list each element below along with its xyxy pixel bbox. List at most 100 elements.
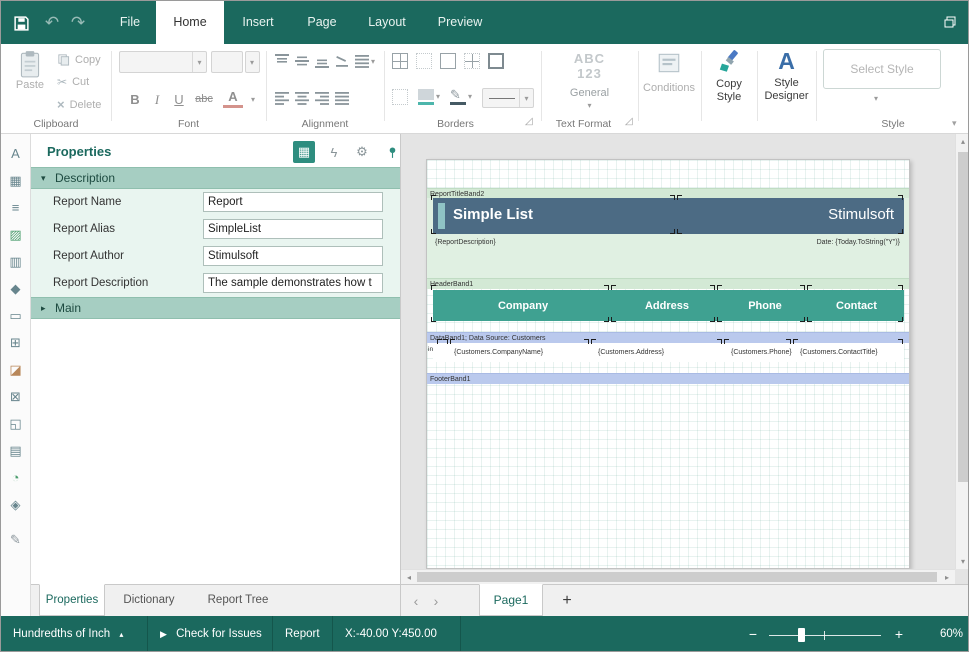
component-chart-icon[interactable]: ◪ [1, 358, 30, 382]
zoom-in-button[interactable]: + [889, 616, 909, 652]
scroll-right-icon[interactable]: ▸ [941, 573, 953, 582]
paste-button[interactable]: Paste [7, 49, 53, 92]
border-inside-button[interactable] [464, 53, 480, 69]
selection-handle[interactable] [431, 285, 436, 290]
font-name-select[interactable]: ▾ [119, 51, 207, 73]
selection-handle[interactable] [807, 285, 812, 290]
collapse-ribbon-button[interactable]: ▾ [952, 118, 957, 129]
line-style-select[interactable]: ▾ [482, 88, 534, 108]
tab-report-tree[interactable]: Report Tree [193, 585, 283, 617]
line-color-arrow[interactable]: ▾ [468, 92, 472, 101]
data-cell-contact-title[interactable]: {Customers.ContactTitle} [800, 349, 878, 356]
selection-handle[interactable] [611, 317, 616, 322]
properties-view-button[interactable]: ▦ [293, 141, 315, 163]
section-main[interactable]: ▸ Main [31, 297, 400, 319]
copy-button[interactable]: Copy [57, 53, 101, 66]
component-shape-icon[interactable]: ◆ [1, 277, 30, 301]
fill-color-icon[interactable] [418, 89, 434, 100]
text-format-arrow[interactable]: ▾ [541, 101, 638, 110]
component-rich-text-icon[interactable]: ≡ [1, 196, 30, 220]
component-text-icon[interactable]: A [1, 142, 30, 166]
report-description-expression[interactable]: {ReportDescription} [435, 239, 496, 246]
header-cell-contact[interactable]: Contact [809, 290, 904, 321]
component-cross-tab-icon[interactable]: ▤ [1, 439, 30, 463]
header-band[interactable]: Company Address Phone Contact [433, 290, 904, 321]
component-barcode-icon[interactable]: ▥ [1, 250, 30, 274]
component-checkbox-icon[interactable]: ⊠ [1, 385, 30, 409]
selection-handle[interactable] [717, 339, 722, 344]
undo-icon[interactable]: ↶ [39, 10, 65, 36]
text-angle-button[interactable] [334, 53, 350, 69]
style-designer-tool-icon[interactable]: ✎ [1, 528, 30, 552]
tab-insert[interactable]: Insert [224, 1, 292, 44]
footer-band-label[interactable]: FooterBand1 [427, 373, 909, 384]
border-thick-button[interactable] [488, 53, 504, 69]
selection-handle[interactable] [611, 285, 616, 290]
selection-handle[interactable] [591, 339, 596, 344]
report-author-input[interactable] [203, 246, 383, 266]
report-title-component[interactable]: Simple List Stimulsoft [433, 198, 904, 234]
selection-handle[interactable] [786, 339, 791, 344]
zoom-level[interactable]: 60% [919, 616, 963, 652]
font-color-button[interactable]: A [223, 89, 243, 108]
scroll-down-icon[interactable]: ▾ [956, 557, 969, 566]
tab-page[interactable]: Page [292, 1, 352, 44]
selection-handle[interactable] [450, 339, 455, 344]
selection-handle[interactable] [898, 195, 903, 200]
text-format-123[interactable]: 123 [541, 66, 638, 81]
header-cell-company[interactable]: Company [433, 290, 613, 321]
scroll-left-icon[interactable]: ◂ [403, 573, 415, 582]
selection-handle[interactable] [724, 339, 729, 344]
align-bottom-button[interactable] [314, 53, 330, 69]
selection-handle[interactable] [800, 317, 805, 322]
style-designer-button[interactable]: A Style Designer [761, 48, 812, 103]
selection-handle[interactable] [670, 195, 675, 200]
units-dropdown[interactable]: Hundredths of Inch ▴ [1, 616, 148, 652]
text-format-abc[interactable]: ABC [541, 51, 638, 66]
component-panel-icon[interactable]: ▭ [1, 304, 30, 328]
selection-handle[interactable] [898, 285, 903, 290]
text-format-dialog-launcher[interactable]: ◿ [625, 116, 633, 127]
selection-handle[interactable] [793, 339, 798, 344]
zoom-slider-handle[interactable] [798, 628, 805, 642]
component-subreport-icon[interactable]: ◱ [1, 412, 30, 436]
next-page-icon[interactable]: › [427, 591, 445, 611]
delete-button[interactable]: × Delete [57, 97, 101, 112]
data-cell-address[interactable]: {Customers.Address} [598, 349, 664, 356]
tab-properties[interactable]: Properties [39, 584, 105, 616]
selection-handle[interactable] [604, 317, 609, 322]
component-table-icon[interactable]: ⊞ [1, 331, 30, 355]
selection-handle[interactable] [584, 339, 589, 344]
selection-handle[interactable] [807, 317, 812, 322]
border-none-button[interactable] [416, 53, 432, 69]
selection-handle[interactable] [604, 285, 609, 290]
selection-handle[interactable] [431, 195, 436, 200]
section-description[interactable]: ▾ Description [31, 167, 400, 189]
font-size-select[interactable] [211, 51, 243, 73]
align-left-button[interactable] [274, 90, 290, 106]
align-top-button[interactable] [274, 53, 290, 69]
add-page-button[interactable]: + [556, 589, 578, 613]
report-title-band[interactable]: Simple List Stimulsoft {ReportDescriptio… [427, 198, 909, 278]
data-band-label[interactable]: DataBand1; Data Source: Customers [427, 332, 909, 343]
selection-handle[interactable] [800, 285, 805, 290]
report-alias-input[interactable] [203, 219, 383, 239]
events-view-button[interactable]: ϟ [323, 141, 345, 163]
cut-button[interactable]: ✂ Cut [57, 75, 89, 89]
report-status-button[interactable]: Report [273, 616, 333, 652]
selection-handle[interactable] [443, 339, 448, 344]
selection-handle[interactable] [898, 229, 903, 234]
tab-layout[interactable]: Layout [352, 1, 422, 44]
conditions-button[interactable]: Conditions [644, 50, 694, 95]
panel-settings-button[interactable]: ⚙ [351, 141, 373, 163]
header-cell-phone[interactable]: Phone [721, 290, 809, 321]
window-restore-icon[interactable] [937, 9, 963, 35]
zoom-out-button[interactable]: − [743, 616, 763, 652]
header-band-label[interactable]: HeaderBand1 [427, 278, 909, 289]
selection-handle[interactable] [710, 285, 715, 290]
borders-dialog-launcher[interactable]: ◿ [525, 116, 533, 127]
design-canvas[interactable]: ReportTitleBand2 Simple List Stimulsoft … [401, 134, 969, 584]
border-outside-button[interactable] [440, 53, 456, 69]
data-band[interactable]: {Customers.CompanyName} {Customers.Addre… [433, 343, 904, 362]
font-color-arrow[interactable]: ▾ [243, 89, 263, 110]
